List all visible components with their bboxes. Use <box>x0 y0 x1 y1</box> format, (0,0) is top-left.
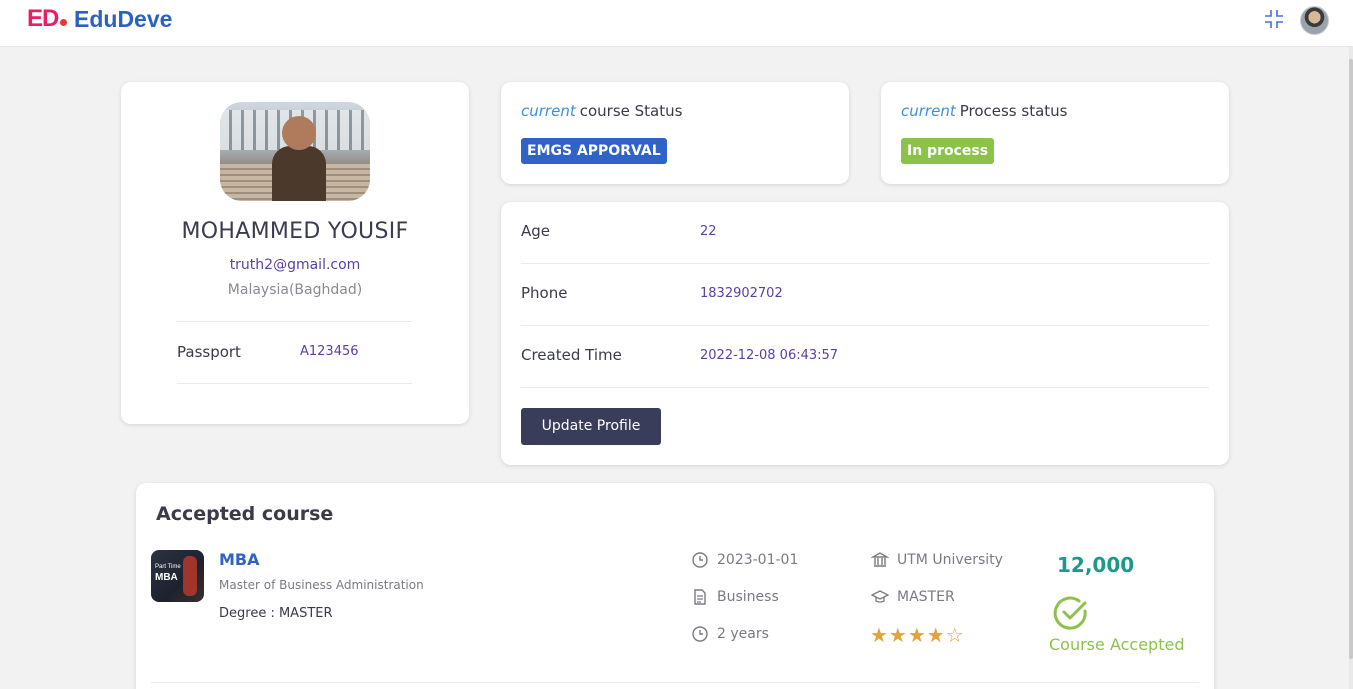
user-avatar[interactable] <box>1300 6 1329 35</box>
course-status-badge: EMGS APPORVAL <box>521 138 667 164</box>
current-label: current <box>521 102 576 120</box>
fullscreen-exit-icon[interactable] <box>1264 9 1284 29</box>
profile-card: MOHAMMED YOUSIF truth2@gmail.com Malaysi… <box>121 82 469 424</box>
divider <box>521 387 1209 388</box>
process-status-badge: In process <box>901 138 995 164</box>
passport-value: A123456 <box>300 344 359 359</box>
brand-name[interactable]: EduDeve <box>74 6 172 33</box>
profile-email: truth2@gmail.com <box>229 257 361 273</box>
profile-photo <box>220 102 370 201</box>
age-value: 22 <box>700 224 717 239</box>
process-status-title: current Process status <box>901 102 1067 120</box>
course-full-name: Master of Business Administration <box>219 578 424 592</box>
thumbnail-line2: MBA <box>155 572 178 583</box>
divider <box>521 263 1209 264</box>
page-scrollbar[interactable] <box>1349 47 1353 689</box>
created-time-value: 2022-12-08 06:43:57 <box>700 348 839 363</box>
profile-info-card: Age 22 Phone 1832902702 Created Time 202… <box>501 202 1229 465</box>
course-price: 12,000 <box>1057 553 1135 577</box>
graduation-cap-icon <box>871 590 889 603</box>
accepted-course-card: Accepted course Part Time MBA MBA Master… <box>136 483 1214 689</box>
divider <box>177 383 412 384</box>
divider <box>521 325 1209 326</box>
process-status-title-text: Process status <box>959 102 1068 120</box>
divider <box>177 321 412 322</box>
university-name: UTM University <box>897 552 1003 568</box>
course-category: Business <box>717 589 779 605</box>
created-time-label: Created Time <box>521 346 622 364</box>
scrollbar-thumb[interactable] <box>1349 59 1353 659</box>
course-duration: 2 years <box>717 626 769 642</box>
accepted-course-title: Accepted course <box>156 503 334 525</box>
course-status-card: current course Status EMGS APPORVAL <box>501 82 849 184</box>
course-name-link[interactable]: MBA <box>219 550 260 569</box>
divider <box>151 682 1199 683</box>
course-status-title-text: course Status <box>579 102 683 120</box>
passport-label: Passport <box>177 343 241 361</box>
logo[interactable]: ED <box>27 5 68 33</box>
update-profile-button[interactable]: Update Profile <box>521 408 661 445</box>
clock-icon <box>692 552 708 568</box>
logo-dot <box>60 19 68 26</box>
document-icon <box>694 589 706 605</box>
age-label: Age <box>521 222 551 240</box>
course-degree: Degree : MASTER <box>219 606 333 621</box>
logo-mark-text: ED <box>27 5 59 32</box>
profile-location: Malaysia(Baghdad) <box>227 282 363 298</box>
course-accepted-status: Course Accepted <box>1049 635 1185 654</box>
course-rating-stars: ★★★★☆ <box>870 623 965 647</box>
process-status-card: current Process status In process <box>881 82 1229 184</box>
clock-icon <box>692 626 708 642</box>
course-thumbnail[interactable]: Part Time MBA <box>151 550 204 602</box>
profile-name: MOHAMMED YOUSIF <box>181 219 409 244</box>
check-circle-icon <box>1053 596 1087 630</box>
start-date: 2023-01-01 <box>717 552 799 568</box>
university-icon <box>871 552 889 567</box>
phone-value: 1832902702 <box>700 286 783 301</box>
top-navbar: ED EduDeve <box>0 0 1353 47</box>
thumbnail-line1: Part Time <box>155 564 181 570</box>
current-label: current <box>901 102 956 120</box>
phone-label: Phone <box>521 284 568 302</box>
course-status-title: current course Status <box>521 102 682 120</box>
course-level: MASTER <box>897 589 955 605</box>
